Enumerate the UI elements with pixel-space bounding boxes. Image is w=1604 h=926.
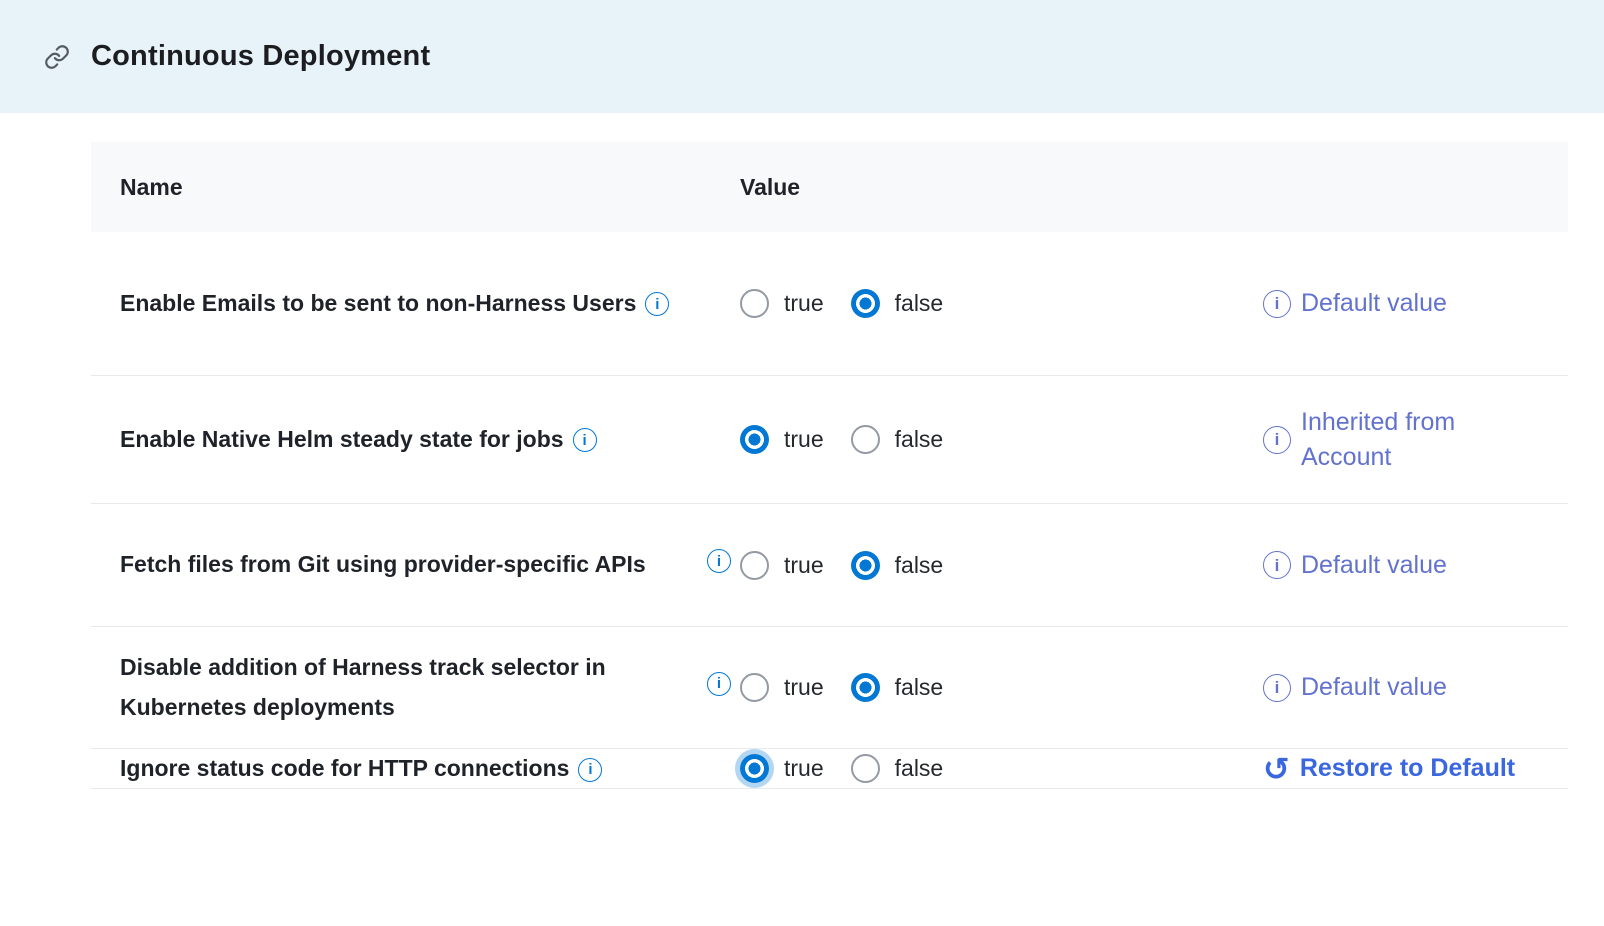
radio-option-false[interactable]: false: [851, 425, 944, 454]
radio-option-true[interactable]: true: [740, 551, 824, 580]
setting-name: Ignore status code for HTTP connections: [120, 755, 569, 781]
radio-option-false[interactable]: false: [851, 289, 944, 318]
radio-option-false[interactable]: false: [851, 754, 944, 783]
column-header-name: Name: [91, 174, 701, 201]
info-icon[interactable]: i: [645, 292, 669, 316]
info-icon[interactable]: i: [573, 428, 597, 452]
radio-button[interactable]: [740, 289, 769, 318]
radio-button[interactable]: [740, 754, 769, 783]
radio-label: true: [784, 290, 824, 317]
radio-option-true[interactable]: true: [740, 425, 824, 454]
info-icon[interactable]: i: [578, 758, 602, 782]
radio-label: false: [895, 755, 944, 782]
info-icon[interactable]: i: [707, 672, 731, 696]
setting-name: Disable addition of Harness track select…: [120, 654, 606, 719]
status-label: Inherited from Account: [1301, 405, 1531, 475]
radio-button[interactable]: [740, 551, 769, 580]
setting-row: Enable Emails to be sent to non-Harness …: [91, 232, 1568, 376]
radio-button[interactable]: [851, 551, 880, 580]
setting-name: Enable Native Helm steady state for jobs: [120, 426, 564, 452]
radio-label: false: [895, 552, 944, 579]
info-icon: i: [1263, 426, 1291, 454]
radio-option-false[interactable]: false: [851, 551, 944, 580]
status-cell: i ↺ Inherited from Account: [1263, 405, 1568, 475]
radio-label: false: [895, 674, 944, 701]
info-icon: i: [1263, 290, 1291, 318]
status-label: Default value: [1301, 548, 1447, 583]
status-cell: i ↺ Default value: [1263, 286, 1568, 321]
link-icon[interactable]: [44, 44, 70, 70]
radio-label: true: [784, 755, 824, 782]
setting-row: Disable addition of Harness track select…: [91, 627, 1568, 749]
settings-table: Name Value Enable Emails to be sent to n…: [91, 142, 1568, 789]
radio-option-false[interactable]: false: [851, 673, 944, 702]
status-cell: i ↺ Default value: [1263, 670, 1568, 705]
setting-row: Ignore status code for HTTP connections i…: [91, 749, 1568, 789]
radio-button[interactable]: [740, 673, 769, 702]
setting-name: Fetch files from Git using provider-spec…: [120, 551, 646, 577]
column-header-value: Value: [701, 174, 1263, 201]
info-icon: i: [1263, 551, 1291, 579]
table-header: Name Value: [91, 142, 1568, 232]
status-cell: i ↺ Restore to Default: [1263, 751, 1568, 786]
radio-label: false: [895, 290, 944, 317]
radio-button[interactable]: [851, 425, 880, 454]
radio-button[interactable]: [851, 673, 880, 702]
radio-button[interactable]: [851, 754, 880, 783]
radio-label: true: [784, 674, 824, 701]
setting-row: Enable Native Helm steady state for jobs…: [91, 376, 1568, 504]
status-cell: i ↺ Default value: [1263, 548, 1568, 583]
radio-label: false: [895, 426, 944, 453]
radio-label: true: [784, 552, 824, 579]
setting-row: Fetch files from Git using provider-spec…: [91, 504, 1568, 627]
radio-option-true[interactable]: true: [740, 289, 824, 318]
status-label: Default value: [1301, 286, 1447, 321]
restore-to-default-button[interactable]: Restore to Default: [1300, 751, 1515, 786]
page-title: Continuous Deployment: [91, 40, 430, 73]
info-icon[interactable]: i: [707, 549, 731, 573]
setting-name: Enable Emails to be sent to non-Harness …: [120, 290, 636, 316]
radio-label: true: [784, 426, 824, 453]
section-header: Continuous Deployment: [0, 0, 1604, 113]
info-icon: i: [1263, 674, 1291, 702]
status-label: Default value: [1301, 670, 1447, 705]
radio-option-true[interactable]: true: [740, 673, 824, 702]
restore-icon[interactable]: ↺: [1263, 753, 1290, 785]
radio-button[interactable]: [851, 289, 880, 318]
radio-button[interactable]: [740, 425, 769, 454]
radio-option-true[interactable]: true: [740, 754, 824, 783]
